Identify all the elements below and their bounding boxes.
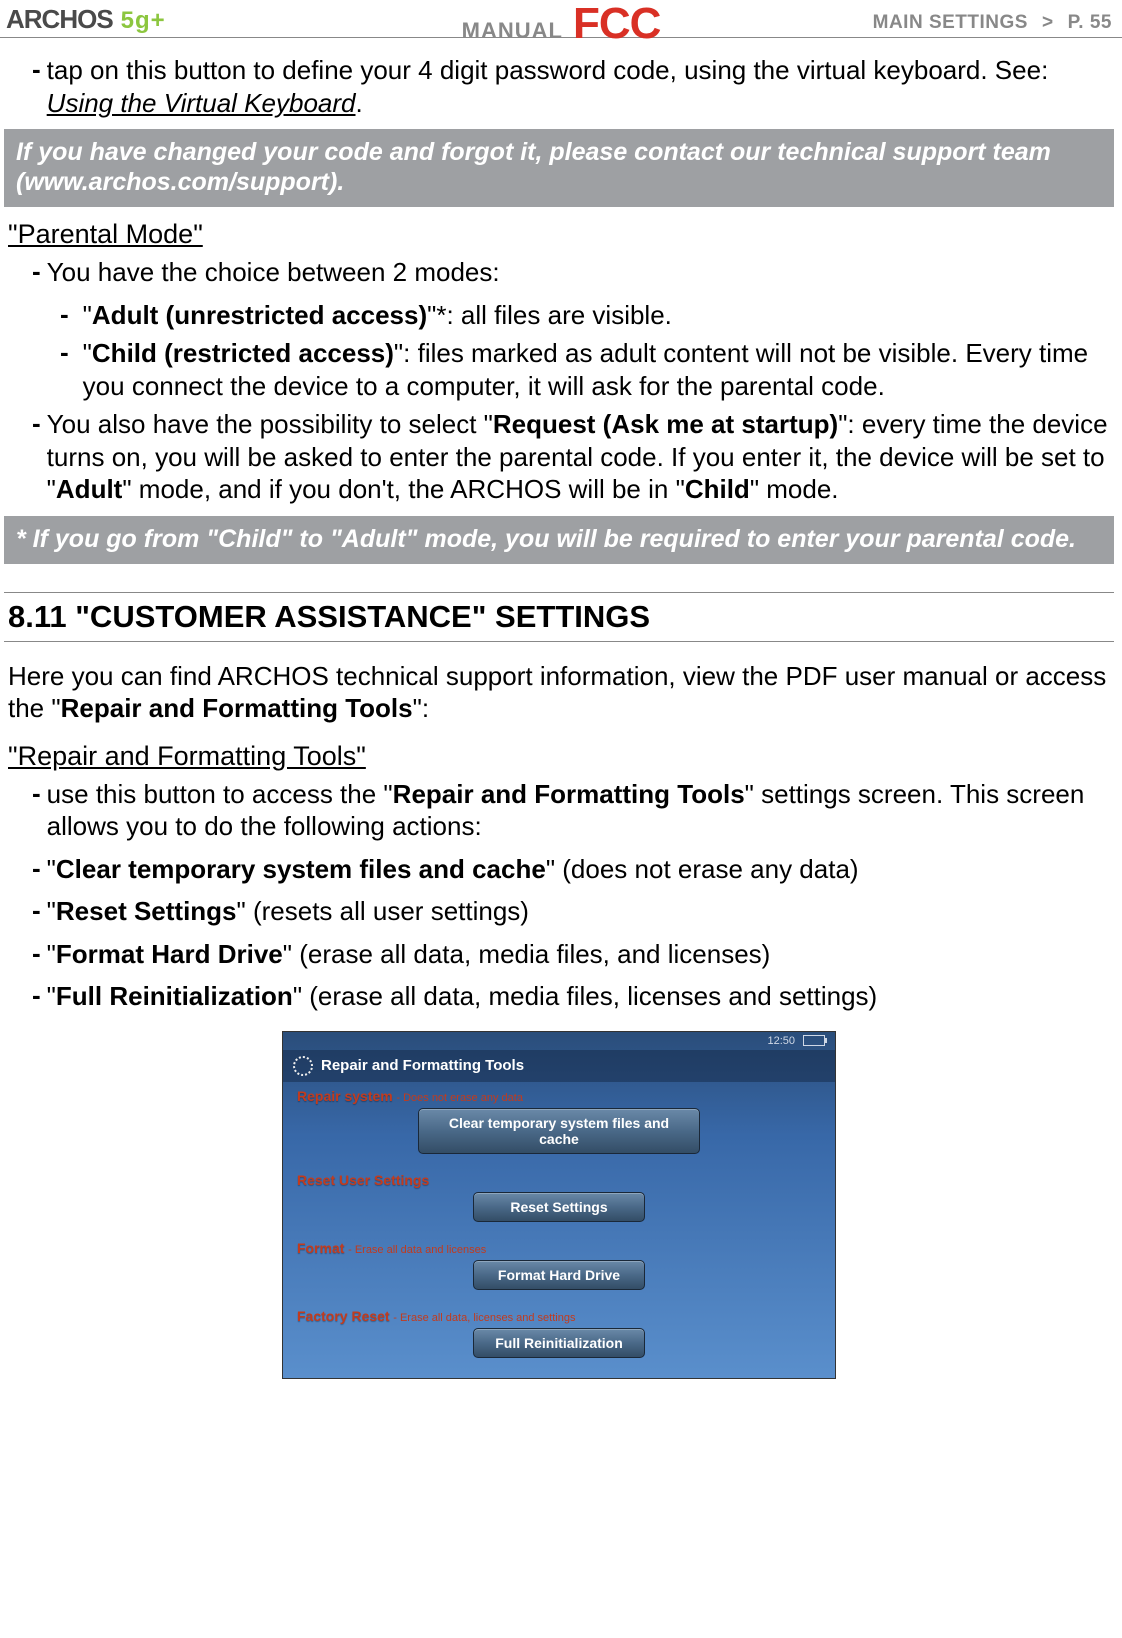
device-section-label: Reset User Settings [297, 1172, 429, 1188]
status-time: 12:50 [767, 1035, 795, 1047]
device-section-format: Format - Erase all data and licenses For… [283, 1234, 835, 1302]
device-title-bar: Repair and Formatting Tools [283, 1050, 835, 1082]
repair-tools-heading: "Repair and Formatting Tools" [8, 741, 1114, 772]
device-section-sublabel: - Erase all data, licenses and settings [393, 1312, 575, 1324]
full-reinit-text: "Full Reinitialization" (erase all data,… [47, 980, 878, 1013]
model-tag: 5g+ [121, 7, 166, 35]
bullet-dash: - [60, 299, 69, 332]
format-hard-drive-button[interactable]: Format Hard Drive [473, 1260, 645, 1290]
bullet-dash: - [32, 938, 41, 971]
device-section-reset: Reset User Settings Reset Settings [283, 1166, 835, 1234]
device-screen-title: Repair and Formatting Tools [321, 1057, 524, 1074]
breadcrumb-separator: > [1042, 12, 1054, 34]
intro-bullet-text: tap on this button to define your 4 digi… [47, 54, 1114, 119]
brand-logo: ARCHOS [6, 4, 113, 35]
bullet-dash: - [32, 853, 41, 886]
header-left: ARCHOS 5g+ [6, 4, 166, 35]
mode-adult-text: "Adult (unrestricted access)"*: all file… [83, 299, 672, 332]
device-section-factory: Factory Reset - Erase all data, licenses… [283, 1302, 835, 1370]
repair-intro-bullet: - use this button to access the "Repair … [32, 778, 1114, 843]
bullet-dash: - [32, 54, 41, 119]
device-screenshot: 12:50 Repair and Formatting Tools Repair… [282, 1031, 836, 1379]
mode-adult-item: - "Adult (unrestricted access)"*: all fi… [60, 299, 1114, 332]
full-reinit-bullet: - "Full Reinitialization" (erase all dat… [32, 980, 1114, 1013]
virtual-keyboard-link[interactable]: Using the Virtual Keyboard [47, 88, 356, 118]
bullet-dash: - [60, 337, 69, 402]
device-section-label: Factory Reset [297, 1308, 390, 1324]
format-drive-bullet: - "Format Hard Drive" (erase all data, m… [32, 938, 1114, 971]
device-section-repair: Repair system - Does not erase any data … [283, 1082, 835, 1166]
bullet-dash: - [32, 895, 41, 928]
support-callout: If you have changed your code and forgot… [4, 129, 1114, 207]
reset-settings-button[interactable]: Reset Settings [473, 1192, 645, 1222]
mode-child-text: "Child (restricted access)": files marke… [83, 337, 1114, 402]
mode-child-item: - "Child (restricted access)": files mar… [60, 337, 1114, 402]
repair-intro-text: use this button to access the "Repair an… [47, 778, 1114, 843]
gear-icon [293, 1056, 313, 1076]
page-content: - tap on this button to define your 4 di… [0, 38, 1122, 1379]
parental-choice-intro: - You have the choice between 2 modes: [32, 256, 1114, 289]
format-drive-text: "Format Hard Drive" (erase all data, med… [47, 938, 771, 971]
page-header: ARCHOS 5g+ MANUAL FCC MAIN SETTINGS > P.… [0, 0, 1122, 38]
battery-icon [803, 1035, 825, 1046]
request-mode-text: You also have the possibility to select … [47, 408, 1114, 506]
breadcrumb-section: MAIN SETTINGS [873, 12, 1028, 34]
reset-settings-text: "Reset Settings" (resets all user settin… [47, 895, 529, 928]
device-status-bar: 12:50 [283, 1032, 835, 1050]
parental-code-callout: * If you go from "Child" to "Adult" mode… [4, 516, 1114, 564]
manual-label: MANUAL [462, 18, 563, 44]
parental-choice-text: You have the choice between 2 modes: [47, 256, 500, 289]
section-intro: Here you can find ARCHOS technical suppo… [8, 660, 1110, 725]
clear-cache-text: "Clear temporary system files and cache"… [47, 853, 859, 886]
reset-settings-bullet: - "Reset Settings" (resets all user sett… [32, 895, 1114, 928]
device-section-label: Repair system [297, 1088, 393, 1104]
bullet-dash: - [32, 408, 41, 506]
header-center: MANUAL FCC [462, 4, 661, 44]
bullet-dash: - [32, 980, 41, 1013]
clear-cache-bullet: - "Clear temporary system files and cach… [32, 853, 1114, 886]
parental-mode-heading: "Parental Mode" [8, 219, 1114, 250]
device-section-sublabel: - Erase all data and licenses [348, 1244, 486, 1256]
bullet-dash: - [32, 778, 41, 843]
device-section-label: Format [297, 1240, 344, 1256]
page-number: P. 55 [1068, 12, 1112, 34]
device-section-sublabel: - Does not erase any data [396, 1092, 523, 1104]
clear-cache-button[interactable]: Clear temporary system files and cache [418, 1108, 700, 1154]
breadcrumb: MAIN SETTINGS > P. 55 [873, 12, 1112, 34]
section-title-customer-assistance: 8.11 "CUSTOMER ASSISTANCE" SETTINGS [4, 592, 1114, 642]
full-reinit-button[interactable]: Full Reinitialization [473, 1328, 645, 1358]
bullet-dash: - [32, 256, 41, 289]
request-mode-item: - You also have the possibility to selec… [32, 408, 1114, 506]
intro-bullet: - tap on this button to define your 4 di… [32, 54, 1114, 119]
fcc-label: FCC [573, 4, 660, 44]
